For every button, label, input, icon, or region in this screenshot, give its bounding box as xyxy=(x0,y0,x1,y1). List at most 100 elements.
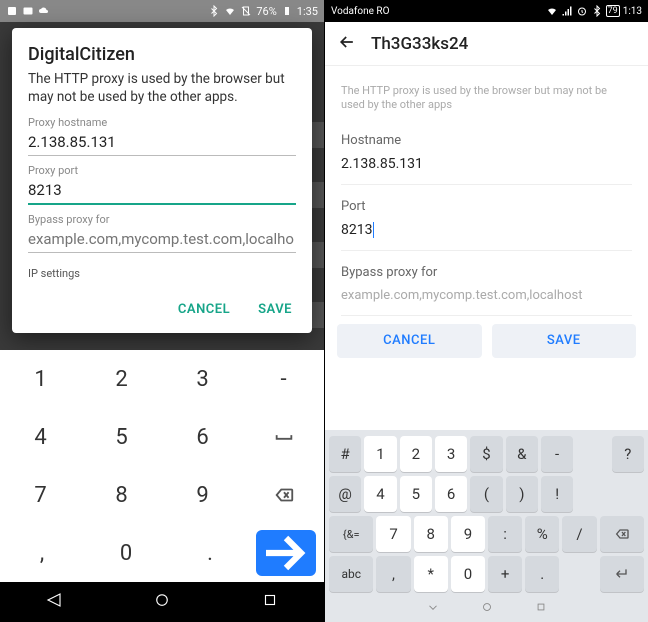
key-3[interactable]: 3 xyxy=(435,436,467,472)
dialog-description: The HTTP proxy is used by the browser bu… xyxy=(28,71,296,106)
bluetooth-icon xyxy=(208,5,220,17)
cancel-button[interactable]: CANCEL xyxy=(174,294,234,325)
key-rparen[interactable]: ) xyxy=(506,476,538,512)
key-bang[interactable]: ! xyxy=(541,476,573,512)
android-navbar xyxy=(0,582,324,622)
key-hash[interactable]: # xyxy=(329,436,361,472)
carrier-label: Vodafone RO xyxy=(331,6,389,17)
key-lparen[interactable]: ( xyxy=(470,476,502,512)
clock: 1:35 xyxy=(297,5,318,18)
battery-pct: 76% xyxy=(256,5,276,18)
signal-icon xyxy=(561,5,573,17)
port-input[interactable]: 8213 xyxy=(341,214,632,251)
wifi-icon xyxy=(546,5,558,17)
nav-recent[interactable] xyxy=(534,600,548,618)
port-input[interactable] xyxy=(28,177,296,205)
key-7[interactable]: 7 xyxy=(0,466,81,524)
bluetooth-icon xyxy=(591,5,603,17)
key-4[interactable]: 4 xyxy=(364,476,396,512)
statusbar-right: Vodafone RO 79 1:13 xyxy=(325,0,648,22)
key-5[interactable]: 5 xyxy=(81,408,162,466)
clock: 1:13 xyxy=(623,6,642,17)
battery-icon xyxy=(281,5,293,17)
key-comma[interactable]: , xyxy=(0,524,84,582)
hostname-label: Proxy hostname xyxy=(28,116,296,129)
key-at[interactable]: @ xyxy=(329,476,361,512)
key-colon[interactable]: : xyxy=(488,516,522,552)
key-backspace[interactable] xyxy=(600,516,644,552)
key-6[interactable]: 6 xyxy=(435,476,467,512)
key-8[interactable]: 8 xyxy=(414,516,448,552)
key-period[interactable]: . xyxy=(525,556,559,592)
hostname-input[interactable] xyxy=(28,129,296,156)
notif-icon xyxy=(6,5,18,17)
key-9[interactable]: 9 xyxy=(451,516,485,552)
save-button[interactable]: SAVE xyxy=(254,294,296,325)
key-9[interactable]: 9 xyxy=(162,466,243,524)
android-navbar xyxy=(325,596,648,622)
key-dollar[interactable]: $ xyxy=(470,436,502,472)
key-1[interactable]: 1 xyxy=(0,350,81,408)
key-0[interactable]: 0 xyxy=(84,524,168,582)
bypass-input[interactable] xyxy=(28,226,296,253)
key-comma[interactable]: , xyxy=(376,556,410,592)
key-plus[interactable]: + xyxy=(488,556,522,592)
cloud-icon xyxy=(38,5,50,17)
proxy-form: The HTTP proxy is used by the browser bu… xyxy=(325,66,648,316)
key-2[interactable]: 2 xyxy=(400,436,432,472)
key-percent[interactable]: % xyxy=(525,516,559,552)
key-3[interactable]: 3 xyxy=(162,350,243,408)
key-0[interactable]: 0 xyxy=(451,556,485,592)
nav-home[interactable] xyxy=(153,591,171,613)
key-backspace[interactable] xyxy=(243,466,324,524)
key-question[interactable]: ? xyxy=(612,436,644,472)
cancel-button[interactable]: CANCEL xyxy=(337,324,482,358)
nav-recent[interactable] xyxy=(261,591,279,613)
port-label: Proxy port xyxy=(28,164,296,177)
battery-pct: 79 xyxy=(606,5,620,17)
page-header: Th3G33ks24 xyxy=(325,22,648,66)
save-button[interactable]: SAVE xyxy=(492,324,637,358)
key-enter[interactable] xyxy=(600,556,644,592)
key-symbols[interactable]: {&= xyxy=(329,516,373,552)
key-7[interactable]: 7 xyxy=(376,516,410,552)
key-star[interactable]: * xyxy=(414,556,448,592)
hostname-label: Hostname xyxy=(341,133,632,148)
dialog-title: DigitalCitizen xyxy=(28,44,296,65)
key-period[interactable]: . xyxy=(168,524,252,582)
proxy-dialog: DigitalCitizen The HTTP proxy is used by… xyxy=(12,28,312,333)
form-actions: CANCEL SAVE xyxy=(325,316,648,366)
form-description: The HTTP proxy is used by the browser bu… xyxy=(341,78,632,125)
numeric-keyboard: 1 2 3 - 4 5 6 7 8 9 , 0 . xyxy=(0,350,324,582)
hostname-input[interactable]: 2.138.85.131 xyxy=(341,148,632,185)
key-dash[interactable]: - xyxy=(243,350,324,408)
image-icon xyxy=(22,5,34,17)
key-submit[interactable] xyxy=(256,530,316,576)
key-8[interactable]: 8 xyxy=(81,466,162,524)
bypass-label: Bypass proxy for xyxy=(28,213,296,226)
key-2[interactable]: 2 xyxy=(81,350,162,408)
phone-left: 76% 1:35 HUAWEI-U3At DigitalCitizen The … xyxy=(0,0,325,622)
phone-right: Vodafone RO 79 1:13 Th3G33ks24 The HTTP … xyxy=(325,0,648,622)
keyboard-right: # 1 2 3 $ & - ? @ 4 5 6 ( ) ! {&= 7 8 9 … xyxy=(325,430,648,596)
wifi-icon xyxy=(224,5,236,17)
key-abc[interactable]: abc xyxy=(329,556,373,592)
bypass-input[interactable]: example.com,mycomp.test.com,localhost xyxy=(341,280,632,316)
key-4[interactable]: 4 xyxy=(0,408,81,466)
key-slash[interactable]: / xyxy=(562,516,596,552)
key-5[interactable]: 5 xyxy=(400,476,432,512)
statusbar-left: 76% 1:35 xyxy=(0,0,324,22)
nav-home[interactable] xyxy=(480,600,494,618)
no-sim-icon xyxy=(240,5,252,17)
key-space[interactable] xyxy=(243,408,324,466)
ip-settings-label: IP settings xyxy=(28,267,296,280)
key-amp[interactable]: & xyxy=(506,436,538,472)
nav-back[interactable] xyxy=(426,600,440,618)
key-dash[interactable]: - xyxy=(541,436,573,472)
back-button[interactable] xyxy=(337,32,357,56)
bypass-label: Bypass proxy for xyxy=(341,265,632,280)
key-1[interactable]: 1 xyxy=(364,436,396,472)
nav-back[interactable] xyxy=(45,591,63,613)
port-label: Port xyxy=(341,199,632,214)
key-6[interactable]: 6 xyxy=(162,408,243,466)
